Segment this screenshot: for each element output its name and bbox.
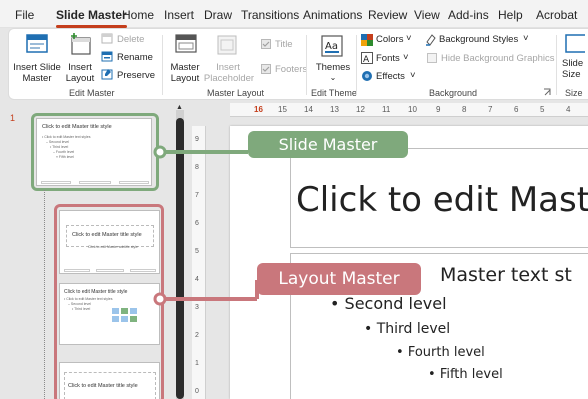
slide-master-callout: Slide Master [248,131,408,158]
callout-connectors [153,145,259,306]
layout-master-callout: Layout Master [257,263,421,295]
